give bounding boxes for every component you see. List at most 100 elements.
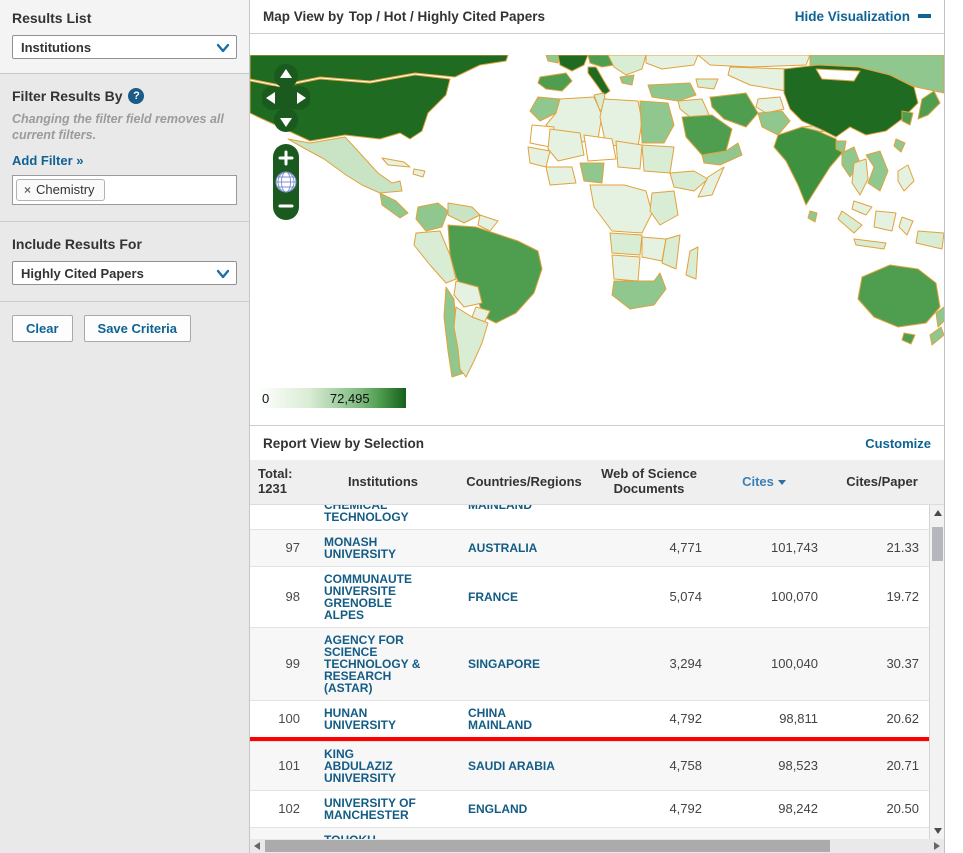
institution-link[interactable]: UNIVERSITY OF MANCHESTER	[324, 797, 458, 821]
triangle-up-icon	[934, 510, 942, 516]
filter-section: Filter Results By ? Changing the filter …	[0, 74, 249, 222]
map-panel-header: Map View by Top / Hot / Highly Cited Pape…	[250, 0, 944, 34]
country-link[interactable]: SINGAPORE	[468, 658, 590, 670]
table-header-row: Total: 1231 Institutions Countries/Regio…	[250, 460, 944, 505]
chevron-down-icon	[216, 41, 230, 60]
results-list-dropdown[interactable]: Institutions	[12, 35, 237, 59]
include-results-section: Include Results For Highly Cited Papers	[0, 222, 249, 302]
table-rows: CHEMICAL TECHNOLOGY MAINLAND 97 MONASH U…	[250, 505, 929, 839]
esi-app: Results List Institutions Filter Results…	[0, 0, 964, 853]
institution-link[interactable]: COMMUNAUTE UNIVERSITE GRENOBLE ALPES	[324, 573, 458, 621]
filter-tag-chemistry[interactable]: × Chemistry	[16, 179, 105, 201]
sidebar-actions: Clear Save Criteria	[0, 302, 249, 355]
institution-link[interactable]: HUNAN UNIVERSITY	[324, 707, 458, 731]
scroll-right-button[interactable]	[930, 839, 944, 853]
help-icon[interactable]: ?	[128, 88, 144, 104]
institution-link[interactable]: KING ABDULAZIZ UNIVERSITY	[324, 748, 458, 784]
remove-tag-icon[interactable]: ×	[24, 183, 31, 197]
include-results-selected: Highly Cited Papers	[21, 266, 144, 281]
include-results-heading: Include Results For	[12, 236, 237, 252]
rank-cell: 100	[250, 713, 308, 725]
cites-cell: 98,523	[708, 760, 820, 772]
page-scrollbar-gutter[interactable]	[944, 0, 964, 853]
horizontal-scrollbar[interactable]	[250, 839, 944, 853]
filter-note: Changing the filter field removes all cu…	[12, 112, 237, 143]
filter-box: × Chemistry	[12, 175, 237, 205]
minus-icon	[918, 14, 931, 18]
table-row[interactable]: 99 AGENCY FOR SCIENCE TECHNOLOGY & RESEA…	[250, 627, 929, 700]
horizontal-scroll-thumb[interactable]	[265, 840, 830, 852]
vertical-scrollbar[interactable]	[929, 505, 944, 839]
map-visualization: 0 72,495	[250, 34, 944, 413]
institution-link[interactable]: MONASH UNIVERSITY	[324, 536, 458, 560]
globe-icon	[276, 172, 296, 192]
cites-cell: 101,743	[708, 542, 820, 554]
scroll-left-button[interactable]	[250, 839, 264, 853]
scroll-down-button[interactable]	[930, 823, 944, 839]
include-results-dropdown[interactable]: Highly Cited Papers	[12, 261, 237, 285]
table-row-highlighted[interactable]: 100 HUNAN UNIVERSITY CHINA MAINLAND 4,79…	[250, 700, 929, 741]
countries-column-header: Countries/Regions	[458, 475, 590, 490]
cites-sort-header[interactable]: Cites	[708, 475, 820, 490]
cites-cell: 98,242	[708, 803, 820, 815]
map-controls	[262, 63, 310, 225]
cites-cell: 100,070	[708, 591, 820, 603]
results-list-selected: Institutions	[21, 40, 91, 55]
zoom-control[interactable]	[273, 144, 299, 220]
customize-link[interactable]: Customize	[865, 436, 931, 451]
cites-paper-cell: 20.71	[820, 760, 929, 772]
table-row[interactable]: 97 MONASH UNIVERSITY AUSTRALIA 4,771 101…	[250, 529, 929, 566]
map-legend: 0 72,495	[258, 388, 406, 408]
legend-min-value: 0	[262, 391, 269, 406]
world-map[interactable]	[250, 55, 944, 385]
rank-cell: 101	[250, 760, 308, 772]
triangle-down-icon	[934, 828, 942, 834]
docs-cell: 4,792	[590, 803, 708, 815]
country-link[interactable]: FRANCE	[468, 591, 590, 603]
map-view-title: Map View by Top / Hot / Highly Cited Pape…	[263, 9, 545, 24]
table-row[interactable]: CHEMICAL TECHNOLOGY MAINLAND	[250, 505, 929, 529]
table-row[interactable]: 98 COMMUNAUTE UNIVERSITE GRENOBLE ALPES …	[250, 566, 929, 627]
cites-cell: 100,040	[708, 658, 820, 670]
report-panel: Report View by Selection Customize Total…	[250, 425, 944, 853]
country-link[interactable]: AUSTRALIA	[468, 542, 590, 554]
vertical-scroll-thumb[interactable]	[932, 527, 943, 561]
rank-cell: 99	[250, 658, 308, 670]
rank-cell: 98	[250, 591, 308, 603]
table-row[interactable]: 101 KING ABDULAZIZ UNIVERSITY SAUDI ARAB…	[250, 741, 929, 790]
docs-cell: 3,294	[590, 658, 708, 670]
rank-cell: 97	[250, 542, 308, 554]
cites-paper-cell: 19.72	[820, 591, 929, 603]
total-count-header: Total: 1231	[250, 467, 308, 497]
map-view-title-prefix: Map View by	[263, 9, 344, 24]
institution-link[interactable]: CHEMICAL TECHNOLOGY	[324, 505, 458, 523]
table-scroll-viewport: CHEMICAL TECHNOLOGY MAINLAND 97 MONASH U…	[250, 505, 944, 839]
docs-cell: 4,771	[590, 542, 708, 554]
cites-cell: 98,811	[708, 713, 820, 725]
country-link[interactable]: ENGLAND	[468, 803, 590, 815]
country-link[interactable]: CHINA MAINLAND	[468, 707, 590, 731]
country-link[interactable]: MAINLAND	[468, 505, 590, 511]
map-view-title-main: Top / Hot / Highly Cited Papers	[349, 9, 545, 24]
cites-paper-cell: 21.33	[820, 542, 929, 554]
hide-visualization-link[interactable]: Hide Visualization	[795, 9, 931, 24]
report-view-title: Report View by Selection	[263, 436, 424, 451]
scroll-up-button[interactable]	[930, 505, 944, 521]
triangle-right-icon	[934, 842, 940, 850]
docs-cell: 4,758	[590, 760, 708, 772]
cites-paper-cell: 30.37	[820, 658, 929, 670]
institution-link[interactable]: AGENCY FOR SCIENCE TECHNOLOGY & RESEARCH…	[324, 634, 458, 694]
save-criteria-button[interactable]: Save Criteria	[84, 315, 192, 342]
filter-tag-label: Chemistry	[36, 182, 95, 197]
chevron-down-icon	[216, 267, 230, 286]
country-link[interactable]: SAUDI ARABIA	[468, 760, 590, 772]
clear-button[interactable]: Clear	[12, 315, 73, 342]
table-row[interactable]: 102 UNIVERSITY OF MANCHESTER ENGLAND 4,7…	[250, 790, 929, 827]
cites-paper-cell: 20.62	[820, 713, 929, 725]
pan-control[interactable]	[262, 63, 310, 133]
triangle-left-icon	[254, 842, 260, 850]
add-filter-link[interactable]: Add Filter »	[12, 153, 84, 168]
legend-max-value: 72,495	[330, 391, 370, 406]
table-row[interactable]: 103 TOHOKU UNIVERSITY JAPAN 6,556 97,552…	[250, 827, 929, 839]
hide-visualization-label: Hide Visualization	[795, 9, 910, 24]
